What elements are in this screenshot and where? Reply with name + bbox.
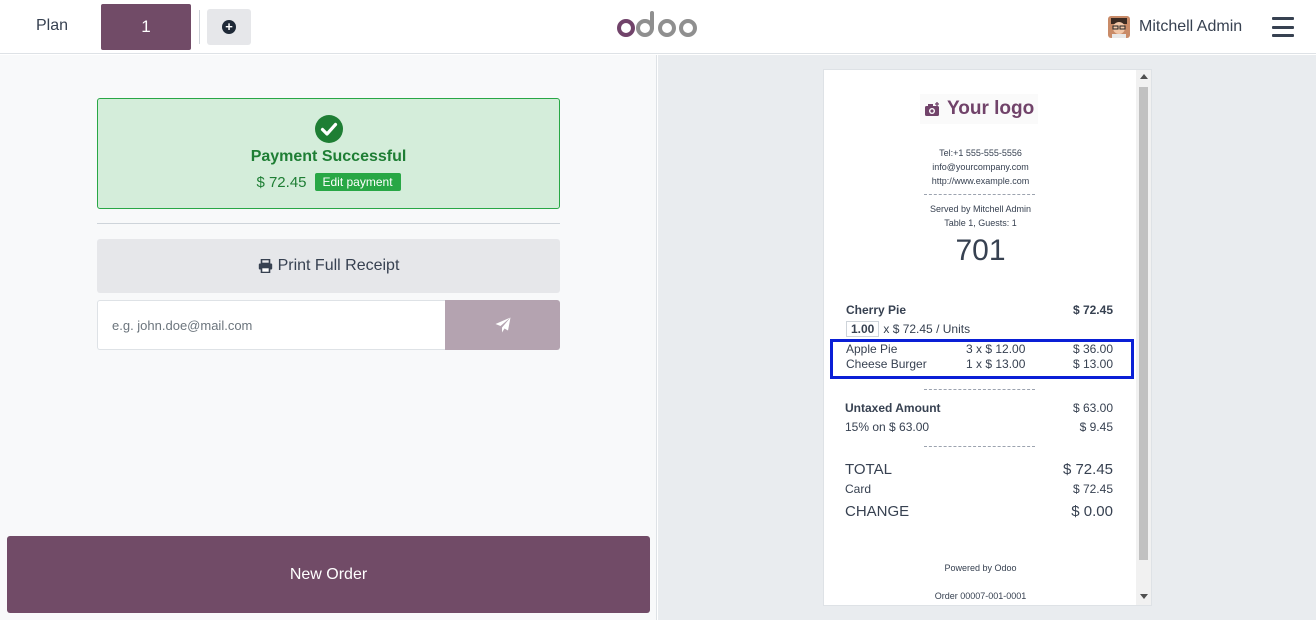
hamburger-icon[interactable] bbox=[1272, 17, 1294, 37]
selection-highlight bbox=[830, 339, 1134, 379]
served-by: Served by Mitchell Admin bbox=[929, 204, 1032, 214]
change-label: CHANGE bbox=[845, 503, 910, 520]
payment-screen-left: Payment Successful $ 72.45 Edit payment … bbox=[0, 55, 657, 620]
payment-amount: $ 72.45 bbox=[256, 173, 307, 191]
new-order-button[interactable]: New Order bbox=[7, 536, 650, 613]
untaxed-value: $ 63.00 bbox=[1072, 401, 1113, 415]
user-name: Mitchell Admin bbox=[1139, 18, 1243, 35]
scroll-up-icon[interactable] bbox=[1140, 74, 1148, 79]
order-number: 701 bbox=[955, 234, 1006, 267]
company-email: info@yourcompany.com bbox=[932, 162, 1029, 172]
divider bbox=[97, 223, 560, 224]
camera-plus-icon bbox=[925, 101, 939, 116]
scroll-thumb[interactable] bbox=[1139, 87, 1148, 560]
tax-label: 15% on $ 63.00 bbox=[845, 420, 930, 434]
avatar bbox=[1108, 16, 1130, 38]
email-input[interactable] bbox=[97, 300, 445, 350]
logo-text: Your logo bbox=[947, 98, 1035, 119]
total-label: TOTAL bbox=[845, 461, 892, 478]
print-receipt-button[interactable]: Print Full Receipt bbox=[97, 239, 560, 293]
payment-status-box: Payment Successful $ 72.45 Edit payment bbox=[97, 98, 560, 209]
order-reference: Order 00007-001-0001 bbox=[934, 591, 1027, 601]
line-unit-price: x $ 72.45 / Units bbox=[883, 322, 971, 336]
edit-payment-button[interactable]: Edit payment bbox=[314, 173, 401, 191]
payment-amount-row: $ 72.45 Edit payment bbox=[98, 173, 559, 191]
odoo-logo bbox=[617, 11, 697, 37]
separator bbox=[924, 446, 1035, 447]
send-email-button[interactable] bbox=[445, 300, 560, 350]
powered-by: Powered by Odoo bbox=[944, 563, 1017, 573]
card-label: Card bbox=[845, 482, 872, 496]
total-value: $ 72.45 bbox=[1062, 461, 1113, 478]
separator bbox=[924, 389, 1035, 390]
top-navbar: Plan 1 + Mitchell Admin bbox=[0, 0, 1316, 54]
line-total: $ 72.45 bbox=[1072, 303, 1113, 317]
plus-circle-icon: + bbox=[222, 20, 236, 34]
user-menu[interactable]: Mitchell Admin bbox=[1108, 14, 1242, 40]
print-receipt-label: Print Full Receipt bbox=[277, 257, 400, 274]
table-button[interactable]: 1 bbox=[101, 4, 191, 50]
company-website: http://www.example.com bbox=[931, 176, 1030, 186]
table-guests: Table 1, Guests: 1 bbox=[944, 218, 1017, 228]
plan-button[interactable]: Plan bbox=[8, 4, 96, 48]
receipt-preview-pane: Your logo Tel:+1 555-555-5556 info@yourc… bbox=[658, 55, 1316, 620]
change-value: $ 0.00 bbox=[1071, 503, 1113, 520]
company-logo: Your logo bbox=[920, 94, 1039, 124]
untaxed-label: Untaxed Amount bbox=[845, 401, 941, 415]
email-receipt-form bbox=[97, 300, 560, 350]
tax-value: $ 9.45 bbox=[1079, 420, 1113, 434]
check-circle-icon bbox=[315, 115, 343, 143]
paper-plane-icon bbox=[495, 317, 510, 333]
separator bbox=[924, 194, 1035, 195]
company-phone: Tel:+1 555-555-5556 bbox=[939, 148, 1022, 158]
receipt: Your logo Tel:+1 555-555-5556 info@yourc… bbox=[823, 69, 1152, 606]
add-order-button[interactable]: + bbox=[207, 9, 251, 45]
receipt-scrollbar[interactable] bbox=[1136, 70, 1151, 605]
line-name: Cherry Pie bbox=[846, 303, 907, 317]
printer-icon bbox=[258, 259, 272, 273]
card-value: $ 72.45 bbox=[1072, 482, 1113, 496]
line-qty: 1.00 bbox=[846, 321, 880, 337]
payment-title: Payment Successful bbox=[250, 148, 407, 165]
scroll-down-icon[interactable] bbox=[1140, 594, 1148, 599]
line-detail: 1.00 x $ 72.45 / Units bbox=[846, 321, 970, 337]
navbar-separator bbox=[199, 10, 200, 44]
